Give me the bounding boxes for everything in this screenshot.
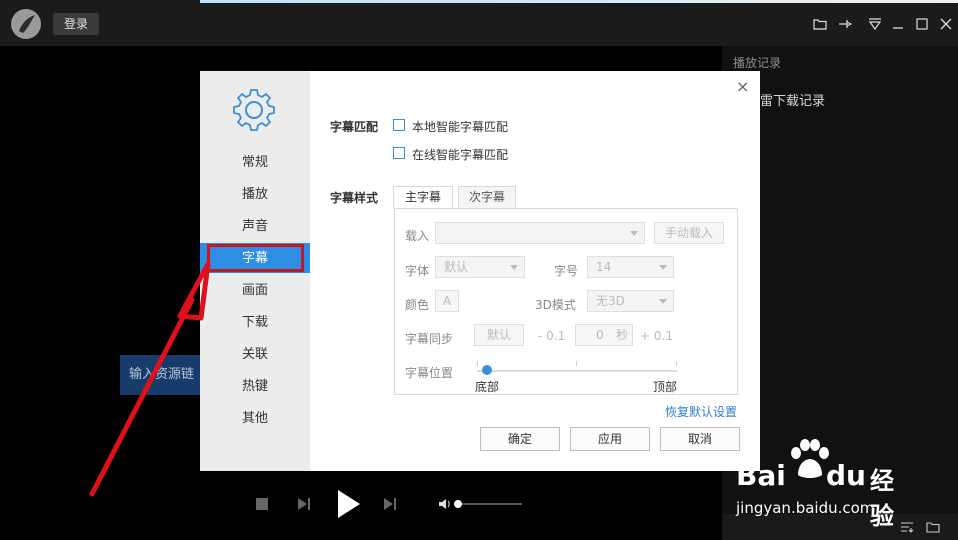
nav-playback[interactable]: 播放 [200, 180, 310, 210]
folder-icon[interactable] [810, 14, 830, 34]
volume-slider[interactable] [458, 503, 522, 505]
nav-audio[interactable]: 声音 [200, 212, 310, 242]
font-label: 字体 [405, 264, 430, 278]
playlist-item[interactable]: 雷下载记录 [760, 90, 825, 109]
playlist-title: 播放记录 [733, 56, 782, 70]
position-bottom-label: 底部 [475, 380, 500, 394]
slider-tick [676, 361, 677, 366]
sync-value-field[interactable]: 0秒 [575, 324, 633, 346]
next-icon[interactable] [382, 496, 398, 512]
title-bar: 登录 [0, 0, 958, 46]
online-match-checkbox[interactable] [393, 147, 405, 159]
annotation-arrow [89, 261, 211, 497]
chevron-down-icon [659, 265, 667, 270]
watermark-url: jingyan.baidu.com [736, 499, 875, 517]
top-accent-line [200, 0, 958, 3]
menu-icon[interactable] [865, 14, 885, 34]
minimize-icon[interactable] [888, 14, 908, 34]
login-button[interactable]: 登录 [53, 13, 99, 35]
position-slider[interactable] [477, 370, 677, 372]
maximize-icon[interactable] [912, 14, 932, 34]
position-top-label: 顶部 [653, 380, 678, 394]
volume-slider-knob[interactable] [454, 500, 462, 508]
app-logo-icon[interactable] [11, 9, 41, 39]
subtitle-match-label: 字幕匹配 [330, 120, 379, 134]
play-icon[interactable] [335, 488, 363, 520]
tab-secondary-subtitle[interactable]: 次字幕 [458, 186, 516, 209]
font-select[interactable]: 默认 [435, 256, 525, 278]
restore-defaults-link[interactable]: 恢复默认设置 [665, 403, 737, 420]
baidu-watermark: Bai du 经验 jingyan.baidu.com [736, 439, 912, 530]
local-match-checkbox[interactable] [393, 119, 405, 131]
sync-label: 字幕同步 [405, 332, 454, 346]
slider-tick [477, 361, 478, 366]
dialog-close-icon[interactable]: × [736, 77, 749, 96]
watermark-cn: 经验 [870, 467, 894, 530]
chevron-down-icon [510, 265, 518, 270]
size-label: 字号 [554, 264, 579, 278]
manual-load-button[interactable]: 手动载入 [654, 222, 724, 244]
previous-icon[interactable] [296, 496, 312, 512]
sync-plus-button[interactable]: + 0.1 [640, 329, 673, 343]
sync-default-button[interactable]: 默认 [474, 324, 524, 346]
volume-icon[interactable] [438, 497, 452, 511]
slider-tick [576, 361, 577, 366]
sync-unit: 秒 [615, 328, 628, 342]
position-label: 字幕位置 [405, 366, 454, 380]
nav-subtitle-label: 字幕 [206, 244, 304, 272]
font-value: 默认 [444, 260, 469, 274]
color-label: 颜色 [405, 298, 430, 312]
cancel-button[interactable]: 取消 [660, 427, 740, 451]
sync-value: 0 [596, 328, 604, 342]
size-select[interactable]: 14 [587, 256, 674, 278]
mode3d-label: 3D模式 [535, 298, 576, 312]
mode3d-select[interactable]: 无3D [587, 290, 674, 312]
nav-general[interactable]: 常规 [200, 148, 310, 178]
local-match-label[interactable]: 本地智能字幕匹配 [412, 118, 508, 135]
color-picker[interactable]: A [435, 290, 459, 312]
size-value: 14 [596, 260, 612, 274]
stop-icon[interactable] [255, 497, 269, 511]
watermark-brand-suffix: du [826, 459, 866, 492]
open-folder-icon[interactable] [926, 521, 940, 533]
player-window: 登录 播放记录 雷下载记录 输入资源链 常规 播放 声音 字幕 画面 下载 关联… [0, 0, 958, 540]
chevron-down-icon [630, 231, 638, 236]
watermark-brand: Bai [736, 459, 786, 492]
subtitle-style-label: 字幕样式 [330, 191, 379, 205]
position-slider-knob[interactable] [482, 365, 492, 375]
ok-button[interactable]: 确定 [480, 427, 560, 451]
mode3d-value: 无3D [596, 294, 625, 308]
tab-primary-subtitle[interactable]: 主字幕 [393, 186, 453, 209]
subtitle-style-panel: 载入 手动载入 字体 默认 字号 14 颜色 A 3D模式 无3D 字幕同步 默… [394, 208, 738, 395]
load-select[interactable] [435, 222, 645, 244]
load-label: 载入 [405, 229, 430, 243]
settings-dialog: 常规 播放 声音 字幕 画面 下载 关联 热键 其他 × 字幕匹配 本地智能字幕… [200, 71, 760, 471]
close-window-icon[interactable] [936, 14, 956, 34]
pin-icon[interactable] [835, 14, 855, 34]
chevron-down-icon [659, 299, 667, 304]
sync-minus-button[interactable]: - 0.1 [538, 329, 565, 343]
settings-gear-icon [233, 89, 275, 131]
online-match-label[interactable]: 在线智能字幕匹配 [412, 146, 508, 163]
apply-button[interactable]: 应用 [570, 427, 650, 451]
